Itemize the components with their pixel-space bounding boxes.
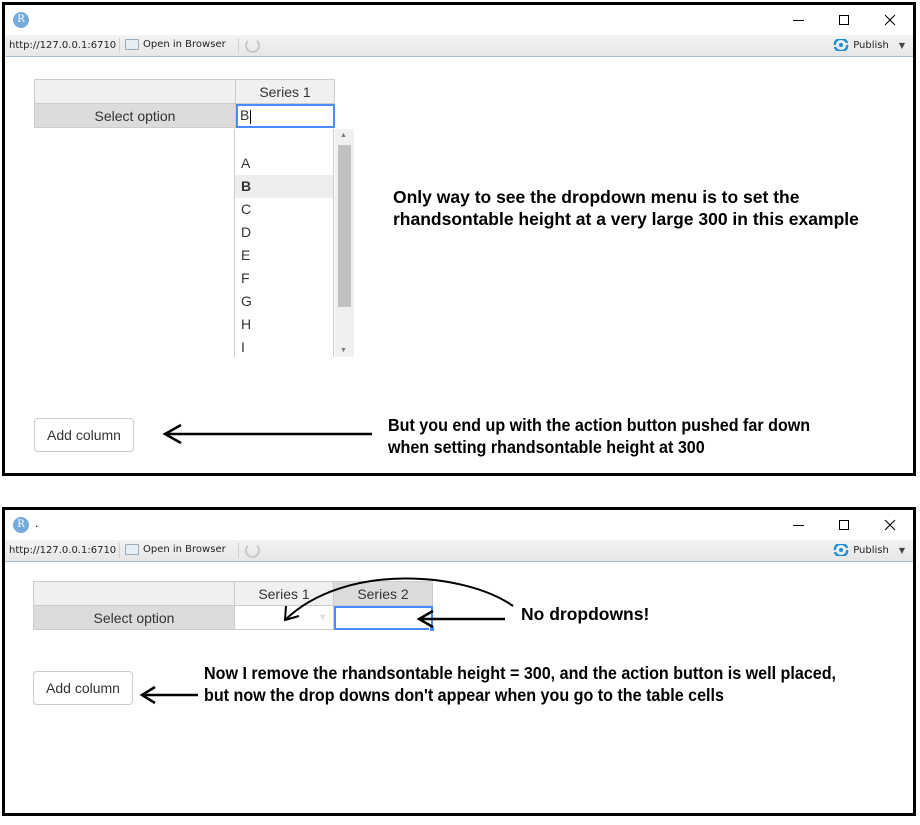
dropdown-option-highlighted[interactable]: B <box>235 175 333 198</box>
cell-series-2[interactable] <box>333 605 435 632</box>
dropdown-option[interactable]: C <box>235 198 333 221</box>
title-bar: R <box>5 5 913 35</box>
autocomplete-dropdown[interactable]: A B C D E F G H I ▲ ▼ <box>234 129 355 357</box>
cell-series-1[interactable]: ▼ <box>234 605 334 630</box>
toolbar-divider <box>119 38 120 53</box>
column-header-series-2[interactable]: Series 2 <box>333 581 433 606</box>
viewer-toolbar: http://127.0.0.1:6710 Open in Browser Pu… <box>5 35 913 57</box>
cell-editor-value: B <box>240 107 250 124</box>
chevron-down-icon[interactable]: ▼ <box>899 546 905 555</box>
maximize-icon <box>839 15 849 25</box>
viewer-toolbar: http://127.0.0.1:6710 Open in Browser Pu… <box>5 540 913 562</box>
close-icon <box>884 14 896 26</box>
dropdown-option[interactable]: H <box>235 313 333 336</box>
text-cursor <box>250 109 252 124</box>
minimize-button[interactable] <box>775 5 821 35</box>
r-logo-icon: R <box>13 12 29 28</box>
column-header-series-1[interactable]: Series 1 <box>235 79 335 104</box>
arrow-to-add-column-button <box>139 685 198 705</box>
refresh-icon[interactable] <box>245 543 260 558</box>
toolbar-divider <box>238 38 239 53</box>
open-in-browser-button[interactable]: Open in Browser <box>125 39 226 50</box>
publish-button[interactable]: Publish ▼ <box>833 39 905 51</box>
dropdown-scrollbar[interactable]: ▲ ▼ <box>335 129 354 357</box>
dropdown-option[interactable] <box>235 129 333 152</box>
dropdown-option[interactable]: A <box>235 152 333 175</box>
dropdown-caret-icon[interactable]: ▼ <box>318 612 327 622</box>
dropdown-option[interactable]: F <box>235 267 333 290</box>
window-title: . <box>35 516 39 530</box>
chevron-down-icon[interactable]: ▼ <box>899 41 905 50</box>
row-header-select-option[interactable]: Select option <box>34 103 236 128</box>
table-corner <box>34 79 236 104</box>
browser-window-icon <box>125 39 139 50</box>
publish-icon <box>833 39 849 51</box>
title-bar: R . <box>5 510 913 540</box>
arrow-to-add-column-button <box>162 423 372 445</box>
browser-window-icon <box>125 544 139 555</box>
dropdown-option[interactable]: D <box>235 221 333 244</box>
maximize-button[interactable] <box>821 510 867 540</box>
scroll-down-arrow-icon[interactable]: ▼ <box>340 347 347 354</box>
close-button[interactable] <box>867 510 913 540</box>
cell-editor[interactable]: B <box>235 103 335 128</box>
rstudio-viewer-window-bottom: R . http://127.0.0.1:6710 Open in Browse… <box>2 507 916 816</box>
annotation-height-removed: Now I remove the rhandsontable height = … <box>204 663 837 705</box>
row-header-select-option[interactable]: Select option <box>33 605 235 630</box>
publish-button[interactable]: Publish ▼ <box>833 544 905 556</box>
toolbar-divider <box>238 543 239 558</box>
url-label: http://127.0.0.1:6710 <box>9 40 117 51</box>
minimize-icon <box>792 19 804 21</box>
open-in-browser-label: Open in Browser <box>143 544 226 555</box>
toolbar-divider <box>119 543 120 558</box>
scroll-up-arrow-icon[interactable]: ▲ <box>340 132 347 139</box>
dropdown-option[interactable]: I <box>235 336 333 357</box>
dropdown-list: A B C D E F G H I <box>234 129 334 357</box>
open-in-browser-button[interactable]: Open in Browser <box>125 544 226 555</box>
annotation-button-pushed-down: But you end up with the action button pu… <box>388 415 811 457</box>
annotation-no-dropdowns: No dropdowns! <box>521 604 650 624</box>
publish-label: Publish <box>853 39 889 51</box>
minimize-button[interactable] <box>775 510 821 540</box>
add-column-button[interactable]: Add column <box>33 671 133 705</box>
publish-icon <box>833 544 849 556</box>
r-logo-icon: R <box>13 517 29 533</box>
close-button[interactable] <box>867 5 913 35</box>
close-icon <box>884 519 896 531</box>
dropdown-option[interactable]: G <box>235 290 333 313</box>
fill-handle[interactable] <box>429 626 435 632</box>
table-corner <box>33 581 235 606</box>
minimize-icon <box>792 524 804 526</box>
open-in-browser-label: Open in Browser <box>143 39 226 50</box>
rhandsontable: Series 1 Series 2 Select option ▼ <box>33 581 435 632</box>
add-column-button[interactable]: Add column <box>34 418 134 452</box>
refresh-icon[interactable] <box>245 38 260 53</box>
maximize-button[interactable] <box>821 5 867 35</box>
rhandsontable: Series 1 Select option B <box>34 79 335 128</box>
annotation-dropdown-height: Only way to see the dropdown menu is to … <box>393 187 859 229</box>
rstudio-viewer-window-top: R http://127.0.0.1:6710 Open in Browser … <box>2 2 916 476</box>
url-label: http://127.0.0.1:6710 <box>9 545 117 556</box>
annotation-arrows <box>162 423 372 445</box>
publish-label: Publish <box>853 544 889 556</box>
column-header-series-1[interactable]: Series 1 <box>234 581 334 606</box>
maximize-icon <box>839 520 849 530</box>
scrollbar-thumb[interactable] <box>338 145 351 307</box>
dropdown-option[interactable]: E <box>235 244 333 267</box>
